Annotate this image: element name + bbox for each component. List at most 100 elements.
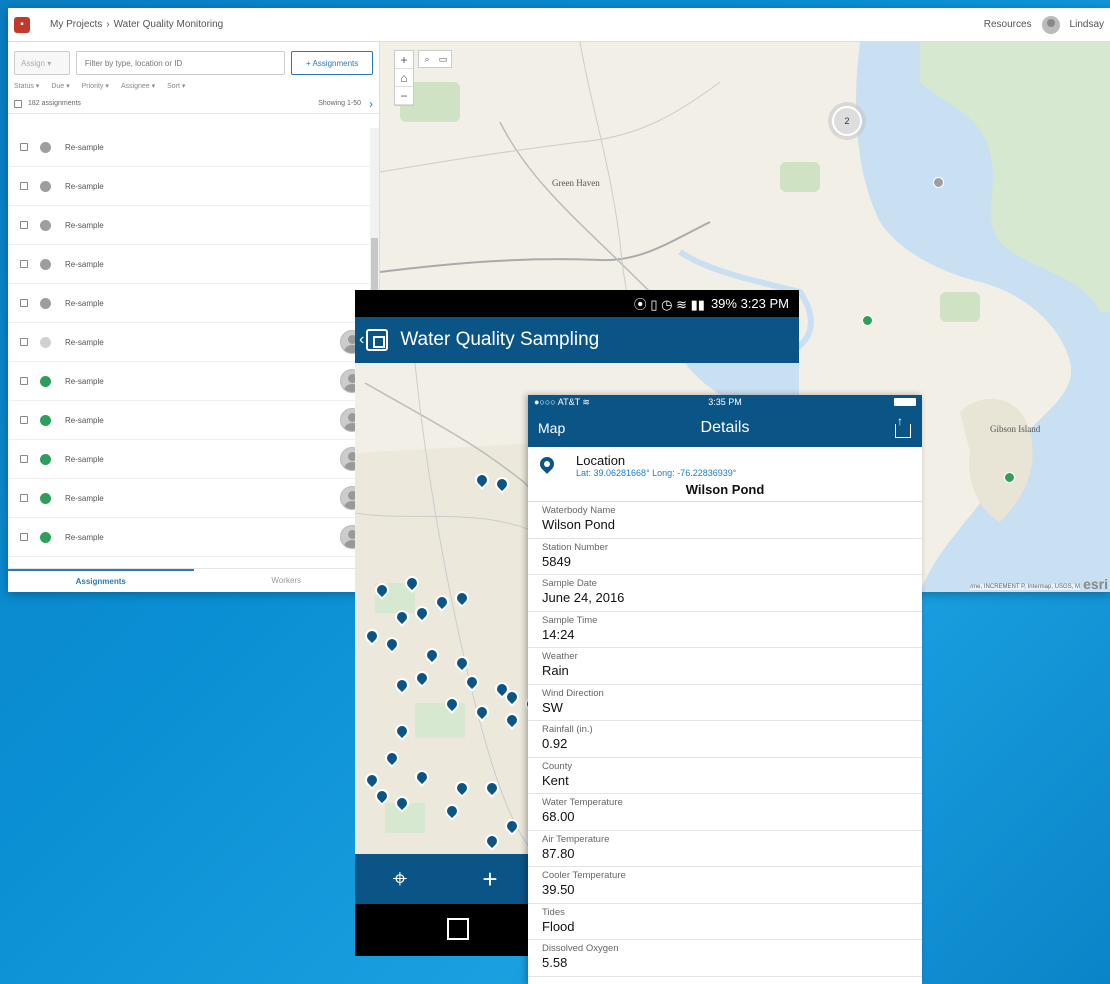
assignment-label: Re-sample	[65, 181, 104, 191]
android-status-bar: ⦿ ▯ ◷ ≋ ▮▮ 39% 3:23 PM	[355, 290, 799, 317]
table-row[interactable]: Re-sample	[8, 167, 370, 206]
breadcrumb: My Projects › Water Quality Monitoring	[50, 19, 223, 30]
status-icons: ⦿ ▯ ◷ ≋ ▮▮	[633, 297, 705, 312]
detail-fields: Waterbody Name Wilson Pond Station Number 5…	[528, 502, 922, 977]
zoom-out-button[interactable]: −	[395, 87, 413, 105]
row-checkbox[interactable]	[20, 299, 28, 307]
table-row[interactable]: Re-sample	[8, 245, 370, 284]
table-row[interactable]: Re-sample	[8, 323, 370, 362]
location-title: Location	[576, 453, 626, 468]
assignment-count: 182 assignments	[28, 100, 81, 107]
assignment-label: Re-sample	[65, 493, 104, 503]
status-dot-icon	[40, 297, 51, 309]
field-label: Sample Time	[542, 614, 598, 626]
breadcrumb-root[interactable]: My Projects	[50, 19, 102, 30]
map-point-assigned[interactable]	[862, 315, 873, 326]
recent-apps-icon[interactable]	[447, 918, 469, 940]
assignments-toolbar: Assign ▾ + Assignments	[8, 42, 379, 78]
row-checkbox[interactable]	[20, 338, 28, 346]
status-dot-icon	[40, 531, 51, 543]
filter-status[interactable]: Status ▾	[14, 82, 39, 90]
detail-field: Sample Date June 24, 2016	[528, 575, 922, 612]
road-main	[380, 221, 711, 273]
table-row[interactable]: Re-sample	[8, 284, 370, 323]
zoom-control: + ⌂ −	[394, 50, 414, 106]
filter-priority[interactable]: Priority ▾	[82, 82, 109, 90]
assignment-label: Re-sample	[65, 298, 104, 308]
row-checkbox[interactable]	[20, 143, 28, 151]
assignments-panel: Assign ▾ + Assignments Status ▾ Due ▾ Pr…	[8, 42, 380, 592]
filter-due[interactable]: Due ▾	[51, 82, 69, 90]
row-checkbox[interactable]	[20, 455, 28, 463]
map-point-unassigned[interactable]	[933, 177, 944, 188]
table-row[interactable]: Re-sample	[8, 362, 370, 401]
filter-sort[interactable]: Sort ▾	[167, 82, 185, 90]
share-icon[interactable]	[894, 414, 912, 439]
tab-assignments[interactable]: Assignments	[8, 569, 194, 592]
assign-dropdown[interactable]: Assign ▾	[14, 51, 70, 75]
app-header: ▪ My Projects › Water Quality Monitoring…	[8, 8, 1110, 42]
app-logo-icon[interactable]: ▪	[14, 16, 30, 33]
filter-bar: Status ▾ Due ▾ Priority ▾ Assignee ▾ Sor…	[8, 78, 379, 94]
detail-field: Rainfall (in.) 0.92	[528, 721, 922, 758]
detail-field: Station Number 5849	[528, 539, 922, 575]
detail-field: Tides Flood	[528, 904, 922, 940]
esri-logo: esri	[1083, 576, 1108, 592]
select-icon[interactable]: ▭	[435, 51, 451, 67]
header-right: Resources Lindsay	[984, 15, 1104, 34]
detail-field: Water Temperature 68.00	[528, 794, 922, 831]
table-row[interactable]: Re-sample	[8, 128, 370, 167]
next-page-icon[interactable]: ›	[369, 97, 373, 111]
map-attribution: rme, INCREMENT P, Intermap, USGS, M	[970, 584, 1080, 590]
filter-input[interactable]	[75, 51, 286, 75]
row-checkbox[interactable]	[20, 377, 28, 385]
showing-range: Showing 1-50	[318, 100, 361, 107]
count-bar: 182 assignments Showing 1-50 ›	[8, 94, 379, 114]
detail-field: Weather Rain	[528, 648, 922, 685]
user-name[interactable]: Lindsay	[1070, 19, 1104, 30]
location-pin-icon	[537, 454, 557, 474]
resources-link[interactable]: Resources	[984, 19, 1032, 30]
table-row[interactable]: Re-sample	[8, 479, 370, 518]
table-row[interactable]: Re-sample	[8, 440, 370, 479]
field-label: Waterbody Name	[542, 505, 616, 516]
locate-icon[interactable]: ⌖	[355, 863, 445, 895]
map-point-assigned[interactable]	[1004, 472, 1015, 483]
field-value: Flood	[542, 918, 575, 934]
user-avatar-icon[interactable]	[1041, 15, 1060, 34]
row-checkbox[interactable]	[20, 182, 28, 190]
search-icon[interactable]: ⌕	[419, 51, 435, 67]
add-assignments-button[interactable]: + Assignments	[291, 51, 373, 75]
status-dot-icon	[40, 414, 51, 426]
back-icon[interactable]: ‹	[359, 331, 364, 349]
android-status-text: 39% 3:23 PM	[710, 296, 789, 311]
filter-assignee[interactable]: Assignee ▾	[121, 82, 155, 90]
add-icon[interactable]: +	[445, 864, 535, 895]
tab-workers[interactable]: Workers	[194, 569, 380, 592]
assignment-list: Re-sample Re-sample Re-sample Re-sample Re-s…	[8, 128, 370, 557]
field-value: 0.92	[542, 736, 568, 751]
assignment-label: Re-sample	[65, 259, 104, 269]
row-checkbox[interactable]	[20, 260, 28, 268]
status-dot-icon	[40, 336, 51, 348]
field-label: Wind Direction	[542, 687, 604, 699]
zoom-in-button[interactable]: +	[395, 51, 413, 69]
table-row[interactable]: Re-sample	[8, 401, 370, 440]
map-tools: ⌕ ▭	[418, 50, 452, 68]
feature-heading: Wilson Pond	[528, 480, 922, 502]
row-checkbox[interactable]	[20, 416, 28, 424]
home-button[interactable]: ⌂	[395, 69, 413, 87]
row-checkbox[interactable]	[20, 221, 28, 229]
location-row[interactable]: Location Lat: 39.06281668° Long: -76.228…	[528, 447, 922, 480]
row-checkbox[interactable]	[20, 494, 28, 502]
android-app-title: Water Quality Sampling	[400, 329, 600, 350]
status-dot-icon	[40, 375, 51, 387]
map-cluster[interactable]: 2	[832, 106, 862, 136]
detail-field: Dissolved Oxygen 5.58	[528, 940, 922, 977]
select-all-checkbox[interactable]	[14, 99, 22, 108]
app-icon	[366, 329, 389, 351]
status-dot-icon	[40, 141, 51, 153]
row-checkbox[interactable]	[20, 533, 28, 541]
table-row[interactable]: Re-sample	[8, 206, 370, 245]
table-row[interactable]: Re-sample	[8, 518, 370, 557]
